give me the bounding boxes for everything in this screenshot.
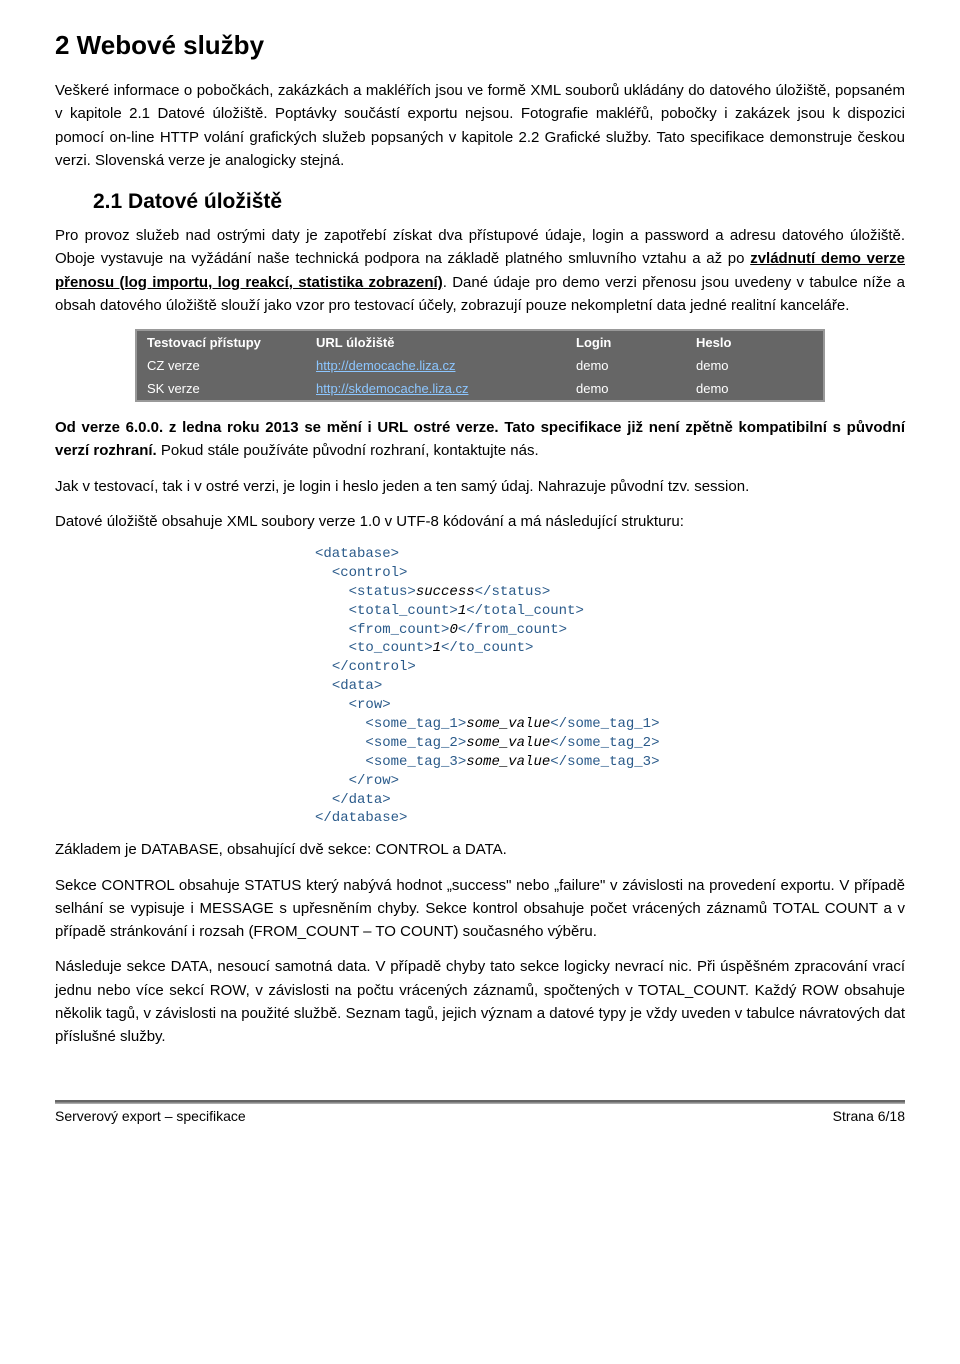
xml-tag: <some_tag_2>: [365, 735, 466, 751]
xml-value: 1: [458, 603, 466, 619]
xml-tag: </some_tag_2>: [550, 735, 659, 751]
access-table: Testovací přístupy URL úložiště Login He…: [135, 329, 825, 402]
xml-value: some_value: [466, 754, 550, 770]
paragraph-intro: Veškeré informace o pobočkách, zakázkách…: [55, 79, 905, 172]
footer-divider: [55, 1100, 905, 1106]
xml-tag: </row>: [349, 773, 399, 789]
xml-tag: <status>: [349, 584, 416, 600]
th-url: URL úložiště: [306, 330, 566, 354]
xml-value: 1: [433, 640, 441, 656]
xml-tag: </database>: [315, 810, 407, 826]
xml-tag: <row>: [349, 697, 391, 713]
xml-tag: <from_count>: [349, 622, 450, 638]
cell-url-link[interactable]: http://skdemocache.liza.cz: [306, 377, 566, 401]
xml-tag: </to_count>: [441, 640, 533, 656]
table-header-row: Testovací přístupy URL úložiště Login He…: [136, 330, 824, 354]
xml-tag: <some_tag_1>: [365, 716, 466, 732]
text: Pokud stále používáte původní rozhraní, …: [157, 442, 539, 459]
cell-version: SK verze: [136, 377, 306, 401]
xml-tag: </some_tag_3>: [550, 754, 659, 770]
xml-tag: <database>: [315, 546, 399, 562]
paragraph-database: Základem je DATABASE, obsahující dvě sek…: [55, 838, 905, 861]
xml-tag: </from_count>: [458, 622, 567, 638]
cell-password: demo: [686, 377, 824, 401]
xml-tag: <total_count>: [349, 603, 458, 619]
th-login: Login: [566, 330, 686, 354]
table-row: SK verze http://skdemocache.liza.cz demo…: [136, 377, 824, 401]
cell-login: demo: [566, 354, 686, 377]
footer-left: Serverový export – specifikace: [55, 1108, 246, 1124]
footer-row: Serverový export – specifikace Strana 6/…: [0, 1106, 960, 1134]
paragraph-login-note: Jak v testovací, tak i v ostré verzi, je…: [55, 475, 905, 498]
xml-value: 0: [449, 622, 457, 638]
xml-tag: <data>: [332, 678, 382, 694]
xml-tag: <to_count>: [349, 640, 433, 656]
xml-value: success: [416, 584, 475, 600]
xml-code-block: <database> <control> <status>success</st…: [315, 545, 905, 828]
xml-tag: </data>: [332, 792, 391, 808]
xml-tag: </total_count>: [466, 603, 584, 619]
xml-tag: <control>: [332, 565, 408, 581]
xml-tag: <some_tag_3>: [365, 754, 466, 770]
table-row: CZ verze http://democache.liza.cz demo d…: [136, 354, 824, 377]
heading-1: 2 Webové služby: [55, 30, 905, 61]
cell-password: demo: [686, 354, 824, 377]
footer-right: Strana 6/18: [833, 1108, 905, 1124]
th-password: Heslo: [686, 330, 824, 354]
cell-url-link[interactable]: http://democache.liza.cz: [306, 354, 566, 377]
footer: Serverový export – specifikace Strana 6/…: [0, 1100, 960, 1134]
xml-tag: </status>: [475, 584, 551, 600]
paragraph-control: Sekce CONTROL obsahuje STATUS který nabý…: [55, 874, 905, 944]
paragraph-data: Následuje sekce DATA, nesoucí samotná da…: [55, 955, 905, 1048]
document-page: 2 Webové služby Veškeré informace o pobo…: [0, 0, 960, 1080]
paragraph-structure-intro: Datové úložiště obsahuje XML soubory ver…: [55, 510, 905, 533]
cell-login: demo: [566, 377, 686, 401]
paragraph-2: Pro provoz služeb nad ostrými daty je za…: [55, 224, 905, 317]
xml-tag: </some_tag_1>: [550, 716, 659, 732]
xml-tag: </control>: [332, 659, 416, 675]
heading-2: 2.1 Datové úložiště: [55, 190, 905, 214]
paragraph-version-note: Od verze 6.0.0. z ledna roku 2013 se měn…: [55, 416, 905, 463]
xml-value: some_value: [466, 716, 550, 732]
xml-value: some_value: [466, 735, 550, 751]
th-access: Testovací přístupy: [136, 330, 306, 354]
cell-version: CZ verze: [136, 354, 306, 377]
